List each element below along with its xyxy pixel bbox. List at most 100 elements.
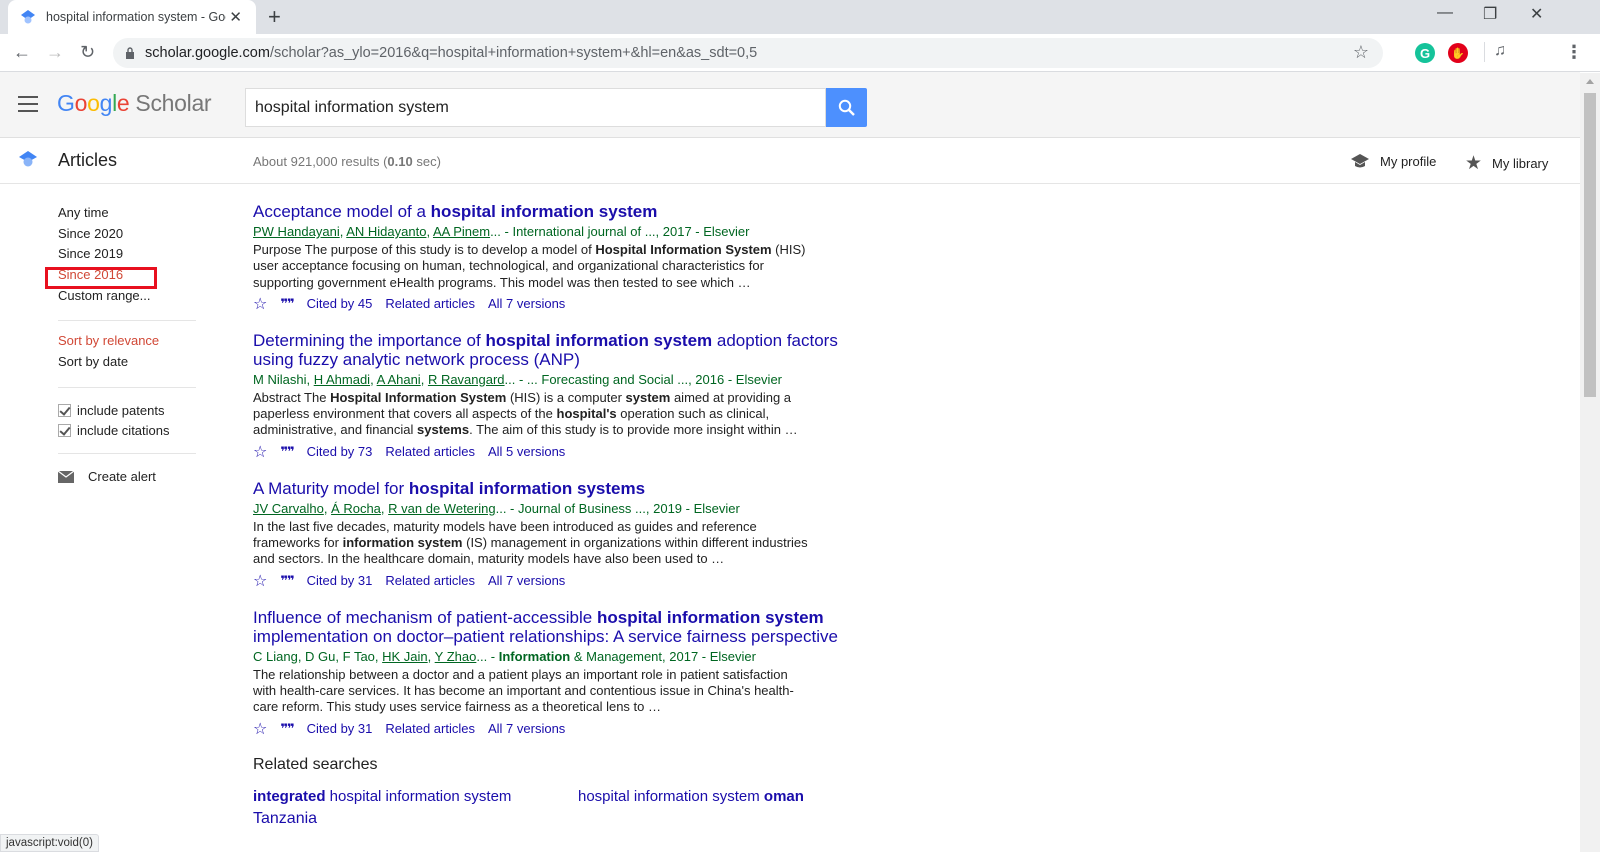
author-link[interactable]: PW Handayani (253, 224, 340, 239)
scroll-up-arrow-icon[interactable] (1586, 79, 1594, 84)
media-control-icon[interactable]: ♫ (1494, 42, 1506, 60)
author-link[interactable]: R van de Wetering (388, 501, 495, 516)
result-title-link[interactable]: A Maturity model for hospital informatio… (253, 479, 873, 498)
tab-close-icon[interactable]: ✕ (229, 8, 242, 26)
adblock-icon[interactable]: ✋ (1448, 43, 1468, 63)
search-input[interactable]: hospital information system (245, 88, 826, 127)
forward-arrow-icon[interactable]: → (46, 42, 64, 63)
result-actions: ☆ ❞❞ Cited by 31 Related articles All 7 vers… (253, 719, 873, 739)
venue-text: ... - Information & Management, 2017 - E… (476, 648, 756, 664)
filter-since-2019[interactable]: Since 2019 (58, 246, 196, 267)
related-search-link[interactable]: hospital information system oman (578, 788, 804, 805)
create-alert-button[interactable]: Create alert (58, 466, 196, 487)
filter-custom-range[interactable]: Custom range... (58, 288, 196, 309)
all-versions-link[interactable]: All 5 versions (488, 444, 565, 459)
result-actions: ☆ ❞❞ Cited by 73 Related articles All 5 vers… (253, 442, 873, 462)
author-name: F Tao (342, 648, 375, 664)
results-list: Acceptance model of a hospital informati… (253, 202, 873, 828)
author-link[interactable]: AA Pinem (433, 224, 490, 239)
include-patents-checkbox[interactable]: include patents (58, 400, 196, 421)
highlight-box (45, 267, 157, 289)
result-actions: ☆ ❞❞ Cited by 31 Related articles All 7 vers… (253, 571, 873, 591)
cite-quote-icon[interactable]: ❞❞ (280, 573, 294, 589)
result-title-link[interactable]: Acceptance model of a hospital informati… (253, 202, 873, 221)
save-star-icon[interactable]: ☆ (253, 294, 267, 314)
save-star-icon[interactable]: ☆ (253, 442, 267, 462)
scholar-header: Google Scholar hospital information syste… (0, 72, 1580, 138)
address-bar[interactable]: scholar.google.com/scholar?as_ylo=2016&q… (113, 38, 1383, 68)
checkbox-checked-icon (58, 403, 71, 417)
cited-by-link[interactable]: Cited by 31 (307, 721, 373, 736)
reload-icon[interactable]: ↻ (80, 42, 95, 63)
menu-hamburger-icon[interactable] (18, 96, 38, 112)
sort-by-date[interactable]: Sort by date (58, 354, 196, 375)
divider (58, 320, 196, 322)
related-searches-heading: Related searches (253, 755, 378, 773)
google-scholar-logo[interactable]: Google Scholar (57, 90, 212, 117)
minimize-button[interactable]: — (1437, 4, 1453, 22)
author-link[interactable]: H Ahmadi (314, 372, 370, 387)
my-library-link[interactable]: ★ My library (1465, 152, 1548, 175)
bookmark-star-icon[interactable]: ☆ (1353, 42, 1369, 63)
search-button[interactable] (826, 88, 867, 127)
divider (58, 386, 196, 388)
result-item: Acceptance model of a hospital informati… (253, 202, 873, 314)
author-link[interactable]: Á Rocha (331, 501, 381, 516)
back-arrow-icon[interactable]: ← (13, 42, 31, 63)
author-link[interactable]: Y Zhao (435, 649, 477, 664)
related-search-link[interactable]: integrated hospital information system (253, 788, 578, 805)
related-search-overflow[interactable]: Tanzania (253, 810, 873, 828)
author-link[interactable]: JV Carvalho (253, 501, 324, 516)
result-actions: ☆ ❞❞ Cited by 45 Related articles All 7 vers… (253, 294, 873, 314)
restore-button[interactable]: ❐ (1483, 4, 1497, 24)
new-tab-button[interactable]: + (268, 4, 281, 30)
cited-by-link[interactable]: Cited by 31 (307, 573, 373, 588)
my-profile-link[interactable]: My profile (1350, 152, 1436, 170)
toolbar-divider (1484, 42, 1485, 62)
author-link[interactable]: AN Hidayanto (346, 224, 426, 239)
all-versions-link[interactable]: All 7 versions (488, 721, 565, 736)
all-versions-link[interactable]: All 7 versions (488, 573, 565, 588)
browser-tab[interactable]: hospital information system - Google Sch… (8, 0, 256, 34)
scrollbar-thumb[interactable] (1584, 93, 1596, 397)
status-bar: javascript:void(0) (0, 834, 99, 852)
author-link[interactable]: R Ravangard (428, 372, 505, 387)
filter-since-2020[interactable]: Since 2020 (58, 226, 196, 247)
cited-by-link[interactable]: Cited by 73 (307, 444, 373, 459)
author-name: D Gu (305, 648, 336, 664)
related-searches-row: integrated hospital information system ho… (253, 788, 873, 805)
browser-menu-icon[interactable]: ⋮ (1565, 42, 1583, 63)
result-snippet: Purpose The purpose of this study is to … (253, 242, 806, 290)
result-item: Influence of mechanism of patient-access… (253, 608, 873, 739)
vertical-scrollbar[interactable] (1580, 73, 1600, 852)
include-citations-checkbox[interactable]: include citations (58, 421, 196, 442)
checkbox-checked-icon (58, 424, 71, 438)
cite-quote-icon[interactable]: ❞❞ (280, 444, 294, 460)
author-link[interactable]: HK Jain (382, 649, 428, 664)
venue-text: ... - ... Forecasting and Social ..., 20… (504, 371, 783, 387)
cited-by-link[interactable]: Cited by 45 (307, 296, 373, 311)
save-star-icon[interactable]: ☆ (253, 571, 267, 591)
author-link[interactable]: A Ahani (377, 372, 421, 387)
result-title-link[interactable]: Influence of mechanism of patient-access… (253, 608, 873, 646)
envelope-icon (58, 470, 74, 483)
grammarly-icon[interactable]: G (1415, 43, 1435, 63)
related-articles-link[interactable]: Related articles (385, 296, 475, 311)
sort-by-relevance[interactable]: Sort by relevance (58, 333, 196, 354)
author-name: C Liang (253, 648, 298, 664)
related-articles-link[interactable]: Related articles (385, 721, 475, 736)
graduation-cap-icon (1351, 154, 1369, 168)
filter-any-time[interactable]: Any time (58, 205, 196, 226)
save-star-icon[interactable]: ☆ (253, 719, 267, 739)
all-versions-link[interactable]: All 7 versions (488, 296, 565, 311)
my-library-label: My library (1492, 156, 1549, 171)
venue-text: ... - International journal of ..., 2017… (490, 224, 750, 239)
related-articles-link[interactable]: Related articles (385, 444, 475, 459)
close-window-button[interactable]: ✕ (1530, 4, 1543, 24)
cite-quote-icon[interactable]: ❞❞ (280, 721, 294, 737)
cite-quote-icon[interactable]: ❞❞ (280, 296, 294, 312)
related-articles-link[interactable]: Related articles (385, 573, 475, 588)
scholar-cap-icon (19, 151, 37, 167)
author-name: M Nilashi (253, 371, 307, 387)
result-title-link[interactable]: Determining the importance of hospital i… (253, 331, 873, 369)
